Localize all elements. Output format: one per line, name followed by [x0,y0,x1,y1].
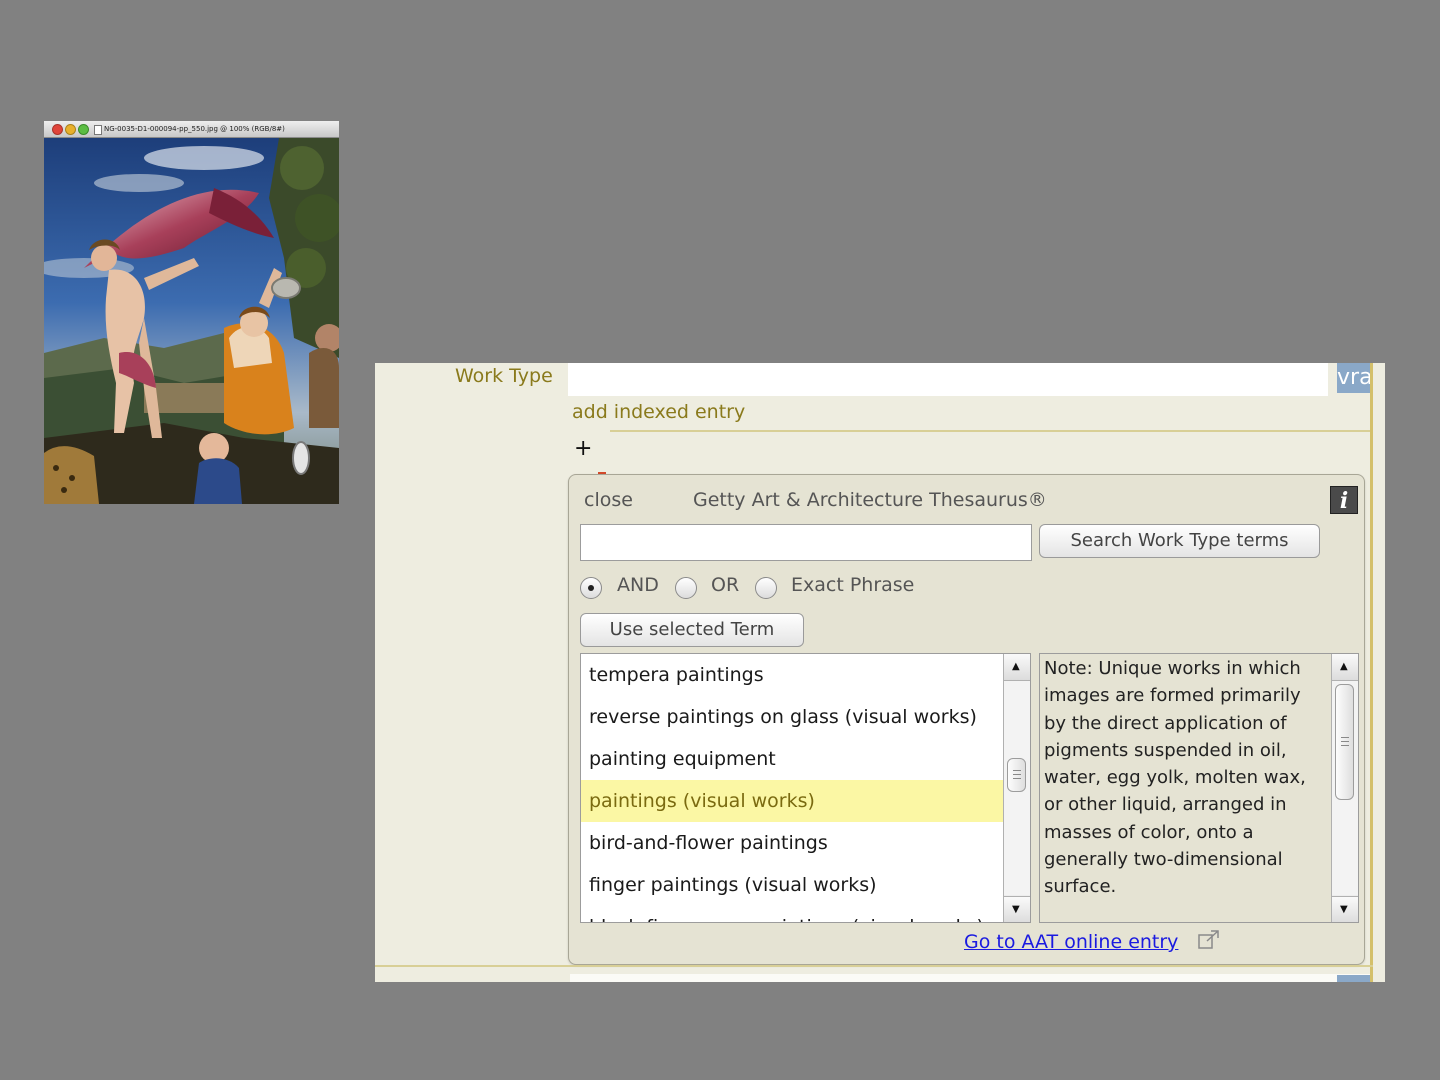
grip-line [1341,741,1349,742]
info-icon[interactable]: i [1330,486,1358,514]
grip-line [1341,745,1349,746]
list-item-selected[interactable]: paintings (visual works) [581,780,1003,822]
up-arrow-icon: ▲ [1012,661,1020,672]
image-window: NG-0035-D1-000094-pp_550.jpg @ 100% (RGB… [44,121,339,504]
thesaurus-dialog: close Getty Art & Architecture Thesaurus… [568,474,1365,965]
use-selected-term-button[interactable]: Use selected Term [580,613,804,647]
list-item[interactable]: tempera paintings [581,654,1003,696]
list-item[interactable]: finger paintings (visual works) [581,864,1003,906]
scroll-thumb[interactable] [1335,684,1354,800]
list-item[interactable]: reverse paintings on glass (visual works… [581,696,1003,738]
radio-or[interactable] [675,577,697,599]
down-arrow-icon: ▼ [1340,904,1348,915]
scope-note-box: Note: Unique works in which images are f… [1039,653,1359,923]
minimize-window-icon[interactable] [65,124,76,135]
radio-exact-phrase-label: Exact Phrase [791,574,915,596]
radio-exact-phrase[interactable] [755,577,777,599]
grip-line [1341,737,1349,738]
close-dialog-link[interactable]: close [584,489,633,511]
add-entry-button[interactable]: + [574,438,592,460]
radio-selected-dot [588,585,594,591]
painting-image [44,138,339,504]
scroll-thumb[interactable] [1007,758,1026,792]
up-arrow-icon: ▲ [1340,661,1348,672]
next-field-row [570,974,1370,982]
vra-record-panel: Work Type vra add indexed entry + close … [375,363,1385,982]
painting-illustration [44,138,339,504]
scroll-down-arrow[interactable]: ▼ [1332,896,1358,922]
aat-online-entry-link[interactable]: Go to AAT online entry [964,931,1178,953]
search-work-type-button[interactable]: Search Work Type terms [1039,524,1320,558]
dialog-title: Getty Art & Architecture Thesaurus® [693,489,1047,511]
next-field-tab[interactable] [1337,975,1370,982]
image-window-title: NG-0035-D1-000094-pp_550.jpg @ 100% (RGB… [104,125,285,133]
list-item[interactable]: black-figure vase paintings (visual work… [581,906,1003,922]
scroll-down-arrow[interactable]: ▼ [1004,896,1030,922]
scroll-up-arrow[interactable]: ▲ [1004,654,1030,681]
panel-right-border [1370,363,1373,982]
add-indexed-entry-label: add indexed entry [572,401,746,423]
image-window-titlebar: NG-0035-D1-000094-pp_550.jpg @ 100% (RGB… [44,121,339,138]
down-arrow-icon: ▼ [1012,904,1020,915]
grip-line [1013,774,1021,775]
search-input[interactable] [580,524,1032,561]
scope-note-text: Note: Unique works in which images are f… [1044,658,1306,898]
radio-and[interactable] [580,577,602,599]
radio-or-label: OR [711,574,740,596]
zoom-window-icon[interactable] [78,124,89,135]
work-type-field[interactable] [568,363,1328,396]
grip-line [1013,770,1021,771]
external-link-icon[interactable] [1198,930,1220,950]
scroll-up-arrow[interactable]: ▲ [1332,654,1358,681]
note-scrollbar[interactable]: ▲ ▼ [1331,654,1358,922]
divider [375,965,1373,967]
list-item[interactable]: painting equipment [581,738,1003,780]
work-type-label: Work Type [455,365,553,387]
list-item[interactable]: bird-and-flower paintings [581,822,1003,864]
vra-tab[interactable]: vra [1337,363,1370,393]
term-results-list: tempera paintings reverse paintings on g… [580,653,1031,923]
radio-and-label: AND [617,574,659,596]
term-list-scrollbar[interactable]: ▲ ▼ [1003,654,1030,922]
document-icon [94,125,102,135]
close-window-icon[interactable] [52,124,63,135]
divider [610,430,1370,432]
grip-line [1013,778,1021,779]
